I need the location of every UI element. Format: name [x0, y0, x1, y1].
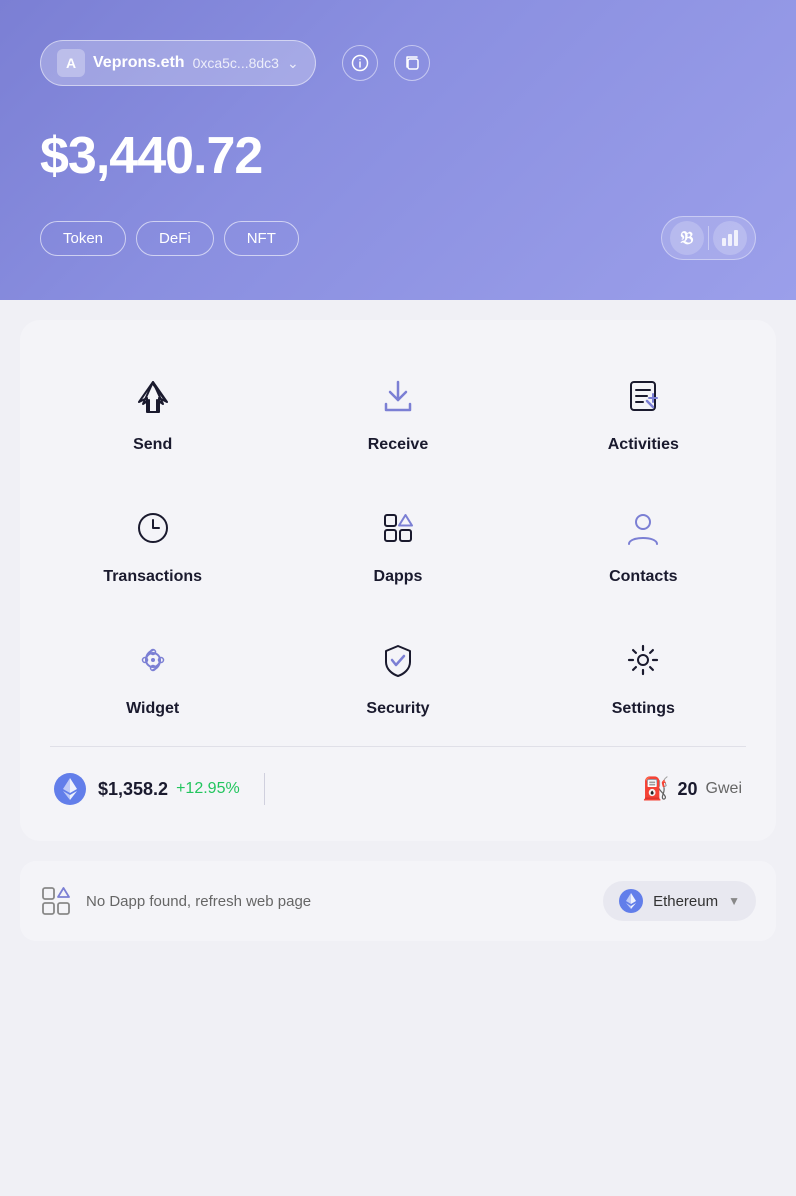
contacts-label: Contacts: [609, 568, 677, 586]
main-card: Send Receive: [20, 320, 776, 841]
copy-button[interactable]: [394, 45, 430, 81]
gas-unit: Gwei: [706, 780, 742, 798]
network-icon-chart: [713, 221, 747, 255]
send-icon: [127, 370, 179, 422]
transactions-icon: [127, 502, 179, 554]
gas-pump-icon: ⛽: [642, 776, 669, 802]
dapp-grid-icon: [40, 885, 72, 917]
widget-icon: [127, 634, 179, 686]
settings-label: Settings: [612, 700, 675, 718]
eth-price-change: +12.95%: [176, 780, 240, 798]
wallet-address: 0xca5c...8dc3: [193, 55, 279, 71]
dapp-bar: No Dapp found, refresh web page Ethereum…: [20, 861, 776, 941]
receive-button[interactable]: Receive: [275, 350, 520, 482]
contacts-icon: [617, 502, 669, 554]
price-row: $1,358.2 +12.95% ⛽ 20 Gwei: [30, 757, 766, 821]
network-name: Ethereum: [653, 893, 718, 910]
contacts-button[interactable]: Contacts: [521, 482, 766, 614]
header-actions: [342, 45, 430, 81]
activities-button[interactable]: Activities: [521, 350, 766, 482]
dapps-icon: [372, 502, 424, 554]
wallet-name: Veprons.eth: [93, 54, 185, 72]
dapps-button[interactable]: Dapps: [275, 482, 520, 614]
tab-buttons: Token DeFi NFT: [40, 221, 299, 256]
security-icon: [372, 634, 424, 686]
network-icon-b: 𝔅: [670, 221, 704, 255]
security-button[interactable]: Security: [275, 614, 520, 746]
copy-icon: [403, 54, 421, 72]
action-grid: Send Receive: [30, 350, 766, 746]
price-divider: [264, 773, 265, 805]
transactions-button[interactable]: Transactions: [30, 482, 275, 614]
send-label: Send: [133, 436, 172, 454]
send-button[interactable]: Send: [30, 350, 275, 482]
dapps-label: Dapps: [374, 568, 423, 586]
tab-defi[interactable]: DeFi: [136, 221, 214, 256]
info-button[interactable]: [342, 45, 378, 81]
ethereum-logo-small: [619, 889, 643, 913]
widget-label: Widget: [126, 700, 179, 718]
activities-icon: [617, 370, 669, 422]
wallet-selector[interactable]: A Veprons.eth 0xca5c...8dc3 ⌄: [40, 40, 316, 86]
receive-icon: [372, 370, 424, 422]
gas-section: ⛽ 20 Gwei: [642, 776, 742, 802]
settings-button[interactable]: Settings: [521, 614, 766, 746]
receive-label: Receive: [368, 436, 429, 454]
eth-logo: [54, 773, 86, 805]
tab-token[interactable]: Token: [40, 221, 126, 256]
tab-nft[interactable]: NFT: [224, 221, 299, 256]
address-bar: A Veprons.eth 0xca5c...8dc3 ⌄: [40, 40, 756, 86]
dapp-left: No Dapp found, refresh web page: [40, 885, 311, 917]
network-icons[interactable]: 𝔅: [661, 216, 756, 260]
header-bottom: Token DeFi NFT 𝔅: [40, 216, 756, 260]
eth-price-value: $1,358.2: [98, 779, 168, 800]
network-divider: [708, 226, 709, 250]
info-icon: [351, 54, 369, 72]
balance-display: $3,440.72: [40, 126, 756, 186]
settings-icon: [617, 634, 669, 686]
network-selector[interactable]: Ethereum ▼: [603, 881, 756, 921]
gas-value: 20: [678, 779, 698, 800]
chevron-down-icon: ⌄: [287, 55, 299, 72]
card-divider: [50, 746, 746, 747]
widget-button[interactable]: Widget: [30, 614, 275, 746]
avatar: A: [57, 49, 85, 77]
transactions-label: Transactions: [103, 568, 202, 586]
header: A Veprons.eth 0xca5c...8dc3 ⌄ $3,44: [0, 0, 796, 300]
dapp-message: No Dapp found, refresh web page: [86, 893, 311, 910]
activities-label: Activities: [608, 436, 679, 454]
security-label: Security: [366, 700, 429, 718]
network-chevron-icon: ▼: [728, 894, 740, 908]
